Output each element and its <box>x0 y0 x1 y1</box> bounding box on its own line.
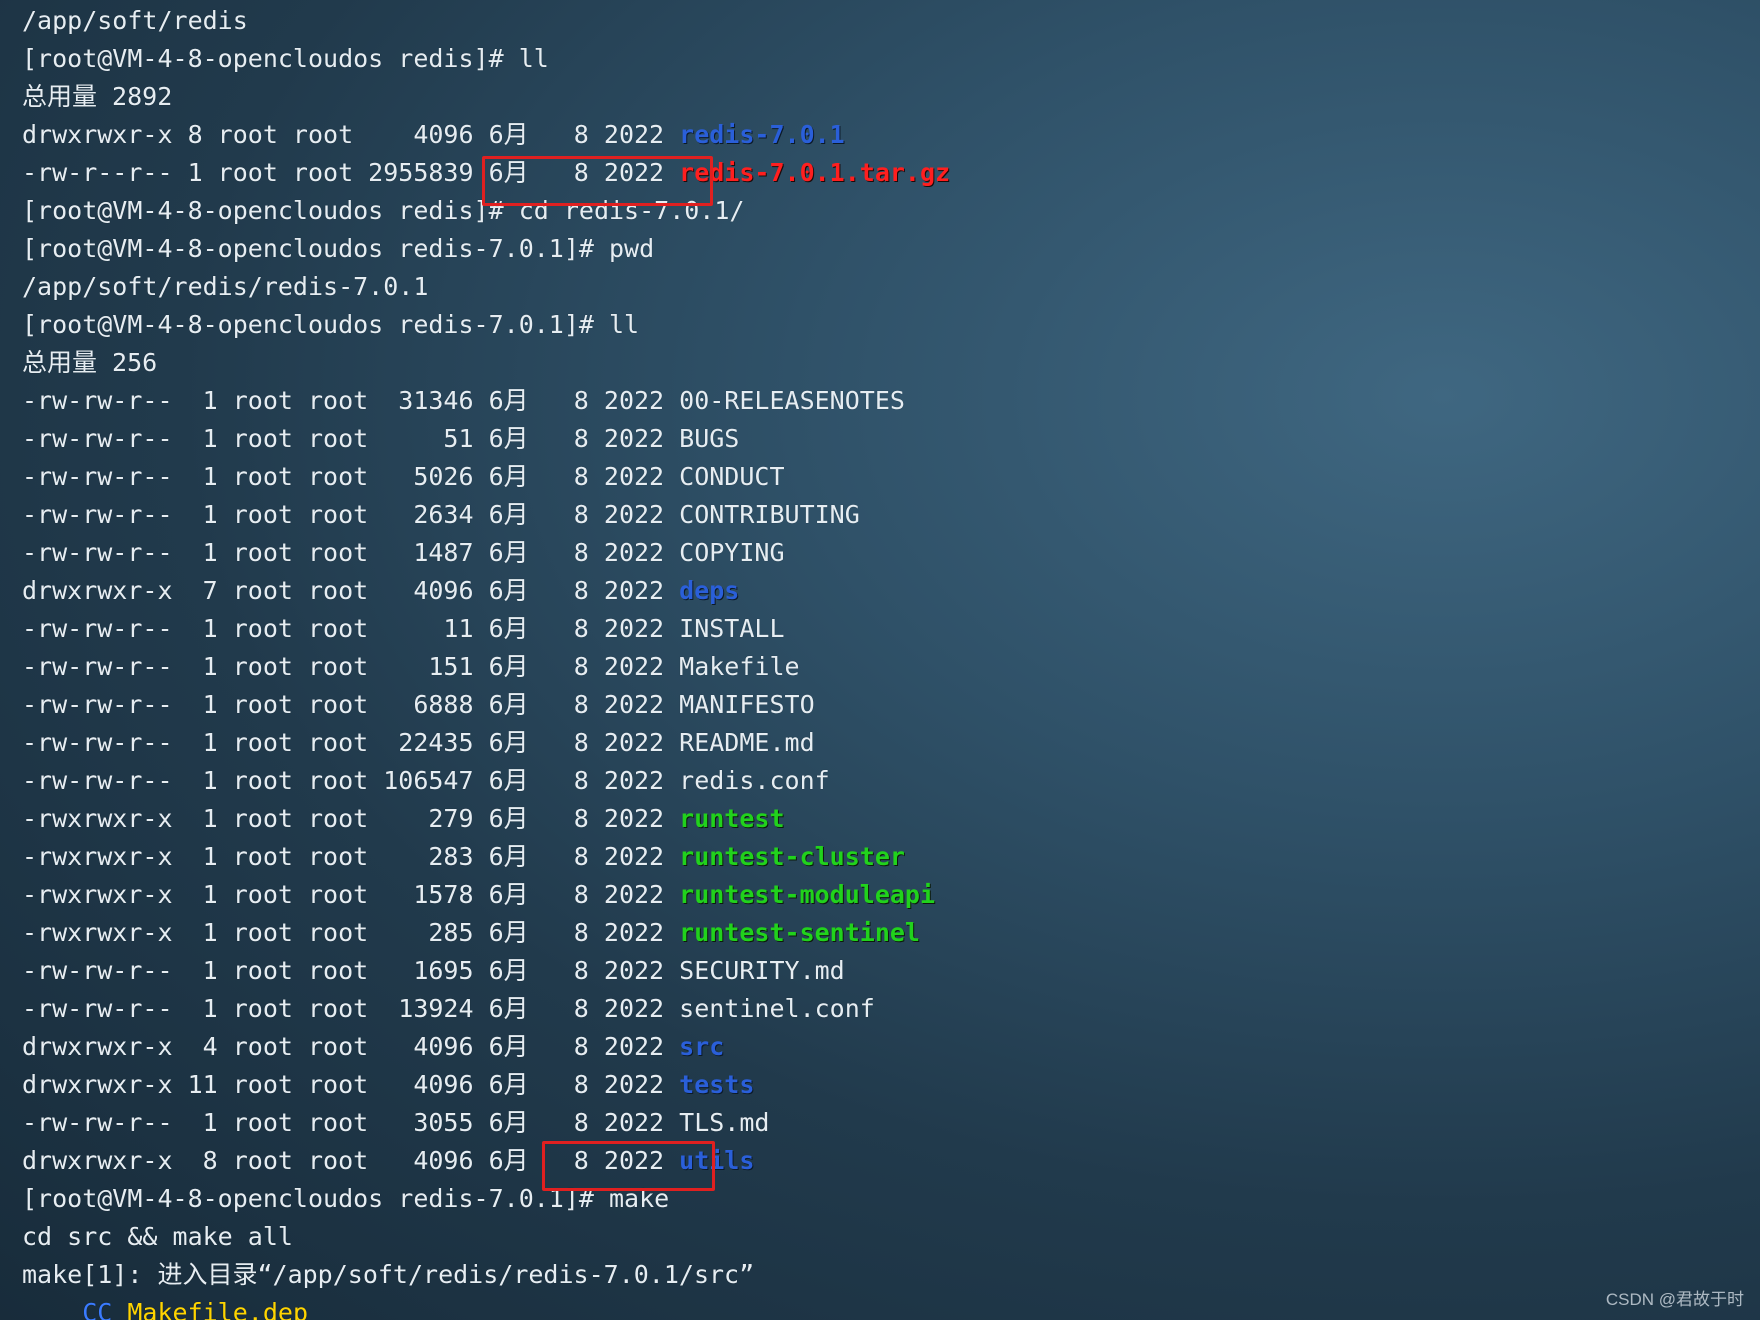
file-attributes: -rw-rw-r-- 1 root root 6888 6月 8 2022 <box>22 690 680 719</box>
file-attributes: drwxrwxr-x 11 root root 4096 6月 8 2022 <box>22 1070 680 1099</box>
file-name: Makefile <box>679 652 800 681</box>
terminal-line: 总用量 2892 <box>22 78 1742 116</box>
file-attributes: drwxrwxr-x 8 root root 4096 6月 8 2022 <box>22 120 680 149</box>
file-attributes: -rwxrwxr-x 1 root root 1578 6月 8 2022 <box>22 880 680 909</box>
file-name: deps <box>679 576 740 605</box>
file-name: src <box>679 1032 725 1061</box>
csdn-watermark: CSDN @君故于时 <box>1605 1290 1744 1309</box>
terminal-line: -rw-rw-r-- 1 root root 11 6月 8 2022 INST… <box>22 610 1742 648</box>
terminal-line-text: 总用量 256 <box>22 348 158 377</box>
terminal-line-text: [root@VM-4-8-opencloudos redis-7.0.1]# p… <box>22 234 655 263</box>
file-name: CONTRIBUTING <box>679 500 860 529</box>
terminal-line: [root@VM-4-8-opencloudos redis-7.0.1]# p… <box>22 230 1742 268</box>
file-name: utils <box>679 1146 755 1175</box>
terminal-line: drwxrwxr-x 11 root root 4096 6月 8 2022 t… <box>22 1066 1742 1104</box>
file-name: CONDUCT <box>679 462 785 491</box>
terminal-line: [root@VM-4-8-opencloudos redis-7.0.1]# l… <box>22 306 1742 344</box>
file-name: README.md <box>679 728 815 757</box>
terminal-line: [root@VM-4-8-opencloudos redis]# cd redi… <box>22 192 1742 230</box>
file-attributes: -rw-rw-r-- 1 root root 5026 6月 8 2022 <box>22 462 680 491</box>
file-attributes: -rw-rw-r-- 1 root root 31346 6月 8 2022 <box>22 386 680 415</box>
file-name: MANIFESTO <box>679 690 815 719</box>
terminal-line: drwxrwxr-x 7 root root 4096 6月 8 2022 de… <box>22 572 1742 610</box>
terminal-line: -rw-rw-r-- 1 root root 2634 6月 8 2022 CO… <box>22 496 1742 534</box>
terminal-line: 总用量 256 <box>22 344 1742 382</box>
file-attributes: drwxrwxr-x 8 root root 4096 6月 8 2022 <box>22 1146 680 1175</box>
file-name: runtest-moduleapi <box>679 880 936 909</box>
terminal-line: -rw-rw-r-- 1 root root 5026 6月 8 2022 CO… <box>22 458 1742 496</box>
terminal-line: -rw-r--r-- 1 root root 2955839 6月 8 2022… <box>22 154 1742 192</box>
terminal-line: [root@VM-4-8-opencloudos redis-7.0.1]# m… <box>22 1180 1742 1218</box>
file-attributes: -rw-rw-r-- 1 root root 3055 6月 8 2022 <box>22 1108 680 1137</box>
file-name: runtest-cluster <box>679 842 905 871</box>
file-attributes: -rw-rw-r-- 1 root root 1487 6月 8 2022 <box>22 538 680 567</box>
file-name: sentinel.conf <box>679 994 875 1023</box>
terminal-line: -rwxrwxr-x 1 root root 1578 6月 8 2022 ru… <box>22 876 1742 914</box>
terminal-line-text: make[1]: 进入目录“/app/soft/redis/redis-7.0.… <box>22 1260 755 1289</box>
file-attributes: -rw-rw-r-- 1 root root 22435 6月 8 2022 <box>22 728 680 757</box>
terminal-line-text: /app/soft/redis/redis-7.0.1 <box>22 272 429 301</box>
file-name: runtest-sentinel <box>679 918 920 947</box>
terminal-line: -rw-rw-r-- 1 root root 1695 6月 8 2022 SE… <box>22 952 1742 990</box>
terminal-line: -rw-rw-r-- 1 root root 51 6月 8 2022 BUGS <box>22 420 1742 458</box>
file-name: INSTALL <box>679 614 785 643</box>
terminal-line: -rw-rw-r-- 1 root root 13924 6月 8 2022 s… <box>22 990 1742 1028</box>
file-attributes: -rw-rw-r-- 1 root root 2634 6月 8 2022 <box>22 500 680 529</box>
file-attributes: -rw-rw-r-- 1 root root 151 6月 8 2022 <box>22 652 680 681</box>
terminal-line: cd src && make all <box>22 1218 1742 1256</box>
terminal-line-text: cd src && make all <box>22 1222 293 1251</box>
file-attributes: drwxrwxr-x 7 root root 4096 6月 8 2022 <box>22 576 680 605</box>
terminal-line: -rw-rw-r-- 1 root root 22435 6月 8 2022 R… <box>22 724 1742 762</box>
file-attributes: -rw-r--r-- 1 root root 2955839 6月 8 2022 <box>22 158 680 187</box>
file-name: runtest <box>679 804 785 833</box>
terminal-line-text: [root@VM-4-8-opencloudos redis]# ll <box>22 44 549 73</box>
terminal-line: -rwxrwxr-x 1 root root 285 6月 8 2022 run… <box>22 914 1742 952</box>
file-attributes: drwxrwxr-x 4 root root 4096 6月 8 2022 <box>22 1032 680 1061</box>
file-name: redis.conf <box>679 766 830 795</box>
file-name: SECURITY.md <box>679 956 845 985</box>
file-name: tests <box>679 1070 755 1099</box>
terminal-line: drwxrwxr-x 8 root root 4096 6月 8 2022 ut… <box>22 1142 1742 1180</box>
file-name: redis-7.0.1.tar.gz <box>679 158 951 187</box>
terminal-line: -rw-rw-r-- 1 root root 151 6月 8 2022 Mak… <box>22 648 1742 686</box>
compile-target: Makefile.dep <box>112 1298 308 1320</box>
terminal-line: -rw-rw-r-- 1 root root 1487 6月 8 2022 CO… <box>22 534 1742 572</box>
file-name: BUGS <box>679 424 740 453</box>
file-attributes: -rwxrwxr-x 1 root root 279 6月 8 2022 <box>22 804 680 833</box>
terminal-line: -rwxrwxr-x 1 root root 279 6月 8 2022 run… <box>22 800 1742 838</box>
file-name: COPYING <box>679 538 785 567</box>
file-attributes: -rw-rw-r-- 1 root root 13924 6月 8 2022 <box>22 994 680 1023</box>
terminal-line: -rw-rw-r-- 1 root root 106547 6月 8 2022 … <box>22 762 1742 800</box>
file-name: redis-7.0.1 <box>679 120 845 149</box>
terminal-line: -rwxrwxr-x 1 root root 283 6月 8 2022 run… <box>22 838 1742 876</box>
terminal-line: CC Makefile.dep <box>22 1294 1742 1320</box>
terminal-line-text: 总用量 2892 <box>22 82 173 111</box>
terminal-line: [root@VM-4-8-opencloudos redis]# ll <box>22 40 1742 78</box>
file-attributes: -rw-rw-r-- 1 root root 51 6月 8 2022 <box>22 424 680 453</box>
file-attributes <box>22 1298 82 1320</box>
terminal-line: -rw-rw-r-- 1 root root 6888 6月 8 2022 MA… <box>22 686 1742 724</box>
file-attributes: -rw-rw-r-- 1 root root 11 6月 8 2022 <box>22 614 680 643</box>
terminal-line: /app/soft/redis <box>22 2 1742 40</box>
terminal-line: drwxrwxr-x 8 root root 4096 6月 8 2022 re… <box>22 116 1742 154</box>
file-name: 00-RELEASENOTES <box>679 386 905 415</box>
file-attributes: -rwxrwxr-x 1 root root 283 6月 8 2022 <box>22 842 680 871</box>
terminal-line-text: [root@VM-4-8-opencloudos redis-7.0.1]# m… <box>22 1184 670 1213</box>
terminal-line: make[1]: 进入目录“/app/soft/redis/redis-7.0.… <box>22 1256 1742 1294</box>
terminal-window[interactable]: /app/soft/redis [root@VM-4-8-opencloudos … <box>22 2 1742 1320</box>
terminal-line: -rw-rw-r-- 1 root root 31346 6月 8 2022 0… <box>22 382 1742 420</box>
terminal-line: drwxrwxr-x 4 root root 4096 6月 8 2022 sr… <box>22 1028 1742 1066</box>
file-attributes: -rw-rw-r-- 1 root root 106547 6月 8 2022 <box>22 766 680 795</box>
file-attributes: -rw-rw-r-- 1 root root 1695 6月 8 2022 <box>22 956 680 985</box>
file-name: TLS.md <box>679 1108 770 1137</box>
terminal-line-text: [root@VM-4-8-opencloudos redis]# cd redi… <box>22 196 745 225</box>
file-attributes: -rwxrwxr-x 1 root root 285 6月 8 2022 <box>22 918 680 947</box>
terminal-line-text: /app/soft/redis <box>22 6 248 35</box>
terminal-line: -rw-rw-r-- 1 root root 3055 6月 8 2022 TL… <box>22 1104 1742 1142</box>
terminal-line: /app/soft/redis/redis-7.0.1 <box>22 268 1742 306</box>
terminal-line-text: [root@VM-4-8-opencloudos redis-7.0.1]# l… <box>22 310 640 339</box>
compile-tag: CC <box>82 1298 113 1320</box>
